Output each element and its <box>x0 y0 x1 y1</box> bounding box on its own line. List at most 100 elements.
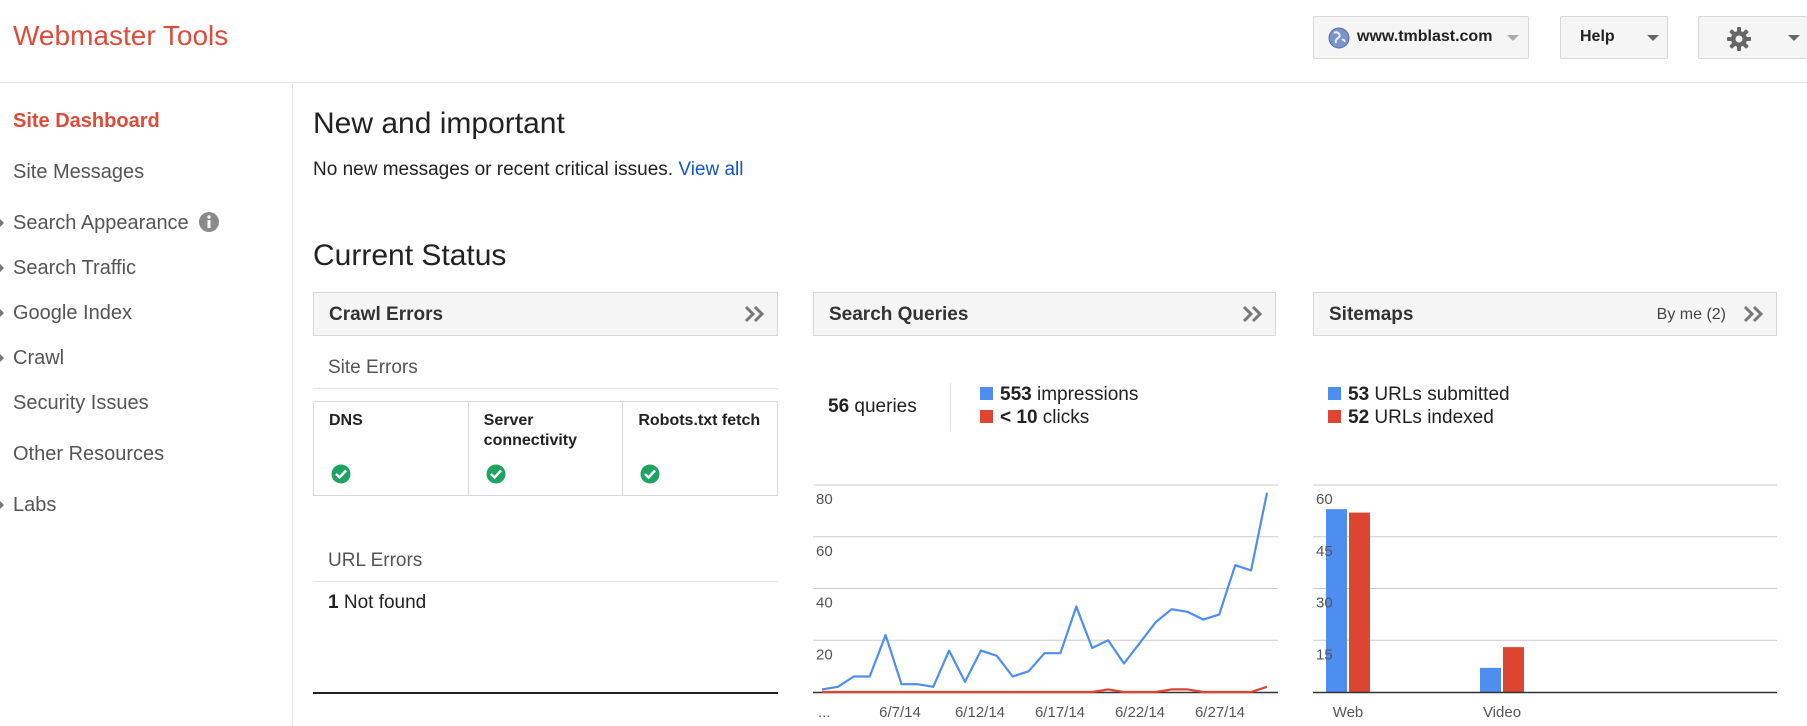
urls-submitted-legend: 53 URLs submitted <box>1328 384 1510 406</box>
clicks-legend: < 10 clicks <box>980 407 1089 429</box>
sidebar-item-search-appearance[interactable]: Search Appearance <box>13 212 189 235</box>
queries-count-value: 56 <box>828 396 850 417</box>
legend-swatch-red <box>980 410 993 423</box>
series-line-impressions <box>821 492 1269 691</box>
expand-triangle-icon[interactable] <box>0 309 4 317</box>
notice-text: No new messages or recent critical issue… <box>313 159 674 180</box>
legend-swatch-blue <box>1328 387 1341 400</box>
sidebar-item-other-resources[interactable]: Other Resources <box>13 443 164 466</box>
y-tick-label: 60 <box>1316 491 1333 508</box>
sidebar-item-google-index[interactable]: Google Index <box>13 302 132 325</box>
view-all-link[interactable]: View all <box>678 159 743 180</box>
chevron-down-icon <box>1788 35 1800 41</box>
sidebar: Site Dashboard Site Messages Search Appe… <box>0 84 293 726</box>
y-tick-label: 30 <box>1316 595 1333 612</box>
queries-count-label: queries <box>854 396 917 417</box>
sitemaps-bar-chart: Web Video 15 30 45 60 <box>1313 484 1777 721</box>
info-icon[interactable] <box>198 211 220 233</box>
search-queries-line-chart: 20 40 60 80... 6/7/14 6/12/14 6/17/14 6/22/14 6/… <box>813 484 1278 721</box>
url-errors-count: 1 <box>328 592 339 613</box>
impressions-label: impressions <box>1036 384 1139 405</box>
sidebar-item-label: Google Index <box>13 302 132 324</box>
site-selector-button[interactable]: www.tmblast.com <box>1313 16 1529 59</box>
urls-submitted-count: 53 <box>1348 384 1370 405</box>
y-tick-label: 80 <box>816 491 833 508</box>
queries-count: 56 queries <box>828 396 917 418</box>
crawl-errors-title: Crawl Errors <box>329 304 444 325</box>
search-queries-title: Search Queries <box>829 304 969 325</box>
url-errors-not-found[interactable]: 1 Not found <box>328 592 426 614</box>
site-error-label: DNS <box>329 412 363 429</box>
sidebar-item-crawl[interactable]: Crawl <box>13 347 64 370</box>
y-tick-label: 20 <box>816 646 833 663</box>
gear-icon <box>1727 27 1751 51</box>
y-tick-label: 15 <box>1316 646 1333 663</box>
check-icon <box>640 464 660 484</box>
divider <box>950 383 951 431</box>
site-errors-grid: DNS Server connectivity Robots.txt fetch <box>313 401 778 496</box>
globe-icon <box>1328 27 1350 49</box>
chevron-down-icon <box>1507 35 1519 41</box>
site-error-robots-txt-fetch: Robots.txt fetch <box>623 402 777 495</box>
current-status-heading: Current Status <box>313 239 507 272</box>
expand-triangle-icon[interactable] <box>0 264 4 272</box>
sidebar-item-label: Site Dashboard <box>13 110 160 132</box>
sidebar-item-label: Other Resources <box>13 443 165 465</box>
y-tick-label: 40 <box>816 595 833 612</box>
search-queries-header[interactable]: Search Queries <box>813 292 1276 336</box>
new-important-message: No new messages or recent critical issue… <box>313 159 744 181</box>
x-tick-label: 6/17/14 <box>1035 704 1085 721</box>
expand-triangle-icon[interactable] <box>0 219 4 227</box>
sidebar-item-label: Security Issues <box>13 392 149 414</box>
sidebar-item-label: Site Messages <box>13 161 145 183</box>
expand-triangle-icon[interactable] <box>0 354 4 362</box>
site-errors-heading: Site Errors <box>313 351 778 389</box>
y-tick-label: 45 <box>1316 543 1333 560</box>
clicks-count: < 10 <box>1000 407 1038 428</box>
x-tick-label: 6/27/14 <box>1195 704 1245 721</box>
urls-indexed-count: 52 <box>1348 407 1370 428</box>
site-error-dns: DNS <box>314 402 469 495</box>
bar-video-0 <box>1480 667 1501 692</box>
x-tick-label: ... <box>818 704 831 721</box>
site-error-server-connectivity: Server connectivity <box>469 402 624 495</box>
bar-video-1 <box>1503 647 1524 692</box>
double-chevron-right-icon[interactable] <box>1241 304 1265 324</box>
app-title[interactable]: Webmaster Tools <box>13 20 228 52</box>
double-chevron-right-icon[interactable] <box>743 304 767 324</box>
double-chevron-right-icon[interactable] <box>1742 304 1766 324</box>
urls-indexed-legend: 52 URLs indexed <box>1328 407 1494 429</box>
divider <box>313 692 778 694</box>
sidebar-item-labs[interactable]: Labs <box>13 494 56 517</box>
sidebar-item-label: Search Traffic <box>13 257 137 279</box>
settings-button[interactable] <box>1698 16 1807 59</box>
check-icon <box>331 464 351 484</box>
clicks-label: clicks <box>1042 407 1090 428</box>
bar-web-1 <box>1349 512 1370 692</box>
sidebar-item-security-issues[interactable]: Security Issues <box>13 392 149 415</box>
url-errors-label: Not found <box>343 592 427 613</box>
site-selector-label: www.tmblast.com <box>1357 28 1493 45</box>
check-icon <box>486 464 506 484</box>
expand-triangle-icon[interactable] <box>0 501 4 509</box>
sidebar-item-label: Search Appearance <box>13 212 189 234</box>
sitemaps-filter[interactable]: By me (2) <box>1657 306 1726 324</box>
sitemaps-title: Sitemaps <box>1329 304 1414 325</box>
x-tick-label: 6/7/14 <box>879 704 921 721</box>
urls-submitted-label: URLs submitted <box>1374 384 1510 405</box>
urls-indexed-label: URLs indexed <box>1374 407 1494 428</box>
sitemaps-header[interactable]: Sitemaps By me (2) <box>1313 292 1777 336</box>
site-error-label: Robots.txt fetch <box>638 412 761 429</box>
x-tick-label: Video <box>1483 704 1521 721</box>
sidebar-item-site-messages[interactable]: Site Messages <box>13 161 144 184</box>
legend-swatch-blue <box>980 387 993 400</box>
y-tick-label: 60 <box>816 543 833 560</box>
impressions-legend: 553 impressions <box>980 384 1138 406</box>
crawl-errors-header[interactable]: Crawl Errors <box>313 292 778 336</box>
help-button[interactable]: Help <box>1560 16 1668 59</box>
sidebar-item-site-dashboard[interactable]: Site Dashboard <box>13 110 160 133</box>
sidebar-item-label: Labs <box>13 494 57 516</box>
x-tick-label: 6/22/14 <box>1115 704 1165 721</box>
sidebar-item-search-traffic[interactable]: Search Traffic <box>13 257 136 280</box>
new-important-heading: New and important <box>313 107 565 140</box>
